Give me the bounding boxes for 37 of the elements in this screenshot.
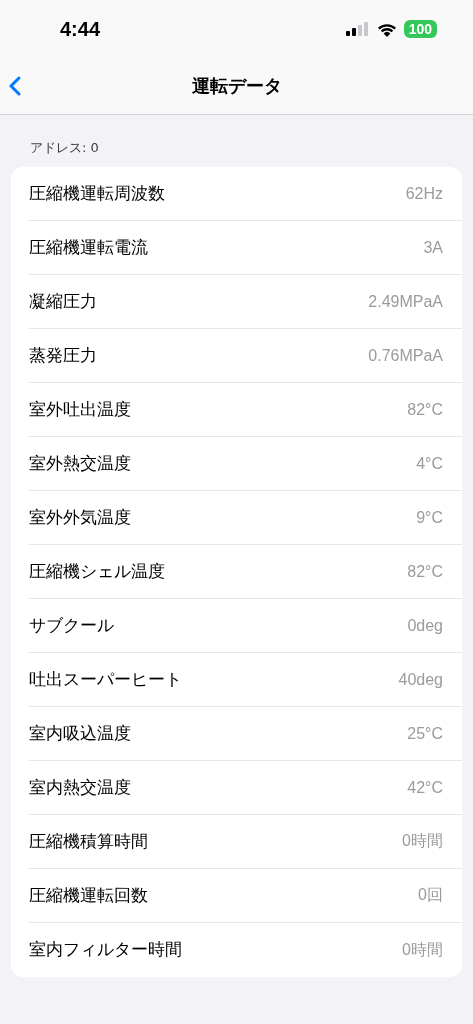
battery-icon: 100 [403,20,437,38]
nav-title: 運転データ [191,74,282,98]
row-value: 0時間 [402,831,443,851]
row-label: 吐出スーパーヒート [29,668,182,691]
row-value: 62Hz [405,184,443,203]
signal-icon [345,22,370,36]
row-label: 室外外気温度 [29,506,131,529]
row-value: 40deg [398,670,443,689]
row-label: 室内吸込温度 [29,722,131,745]
row-value: 0.76MPaA [368,346,443,365]
wifi-icon [376,21,397,37]
row-value: 0deg [407,616,443,635]
row-label: 室外熱交温度 [29,452,131,475]
row-value: 25°C [407,724,443,743]
row-label: 圧縮機シェル温度 [29,560,165,583]
section-header: アドレス: 0 [29,139,100,157]
row-label: 圧縮機運転電流 [29,236,148,259]
row-value: 42°C [407,778,443,797]
row-label: 圧縮機積算時間 [29,830,148,853]
row-value: 4°C [416,454,443,473]
row-label: 室内熱交温度 [29,776,131,799]
row-label: 室外吐出温度 [29,398,131,421]
row-label: 圧縮機運転回数 [29,884,148,907]
status-time: 4:44 [60,17,101,41]
row-value: 0回 [418,885,443,905]
row-value: 82°C [407,562,443,581]
row-value: 82°C [407,400,443,419]
row-label: 圧縮機運転周波数 [29,182,165,205]
row-label: サブクール [29,614,114,637]
row-label: 凝縮圧力 [29,290,97,313]
row-label: 室内フィルター時間 [29,939,182,961]
row-value: 2.49MPaA [368,292,443,311]
row-value: 0時間 [402,939,443,960]
row-label: 蒸発圧力 [29,344,97,367]
back-icon[interactable] [9,76,21,96]
row-value: 9°C [416,508,443,527]
row-value: 3A [423,238,443,257]
